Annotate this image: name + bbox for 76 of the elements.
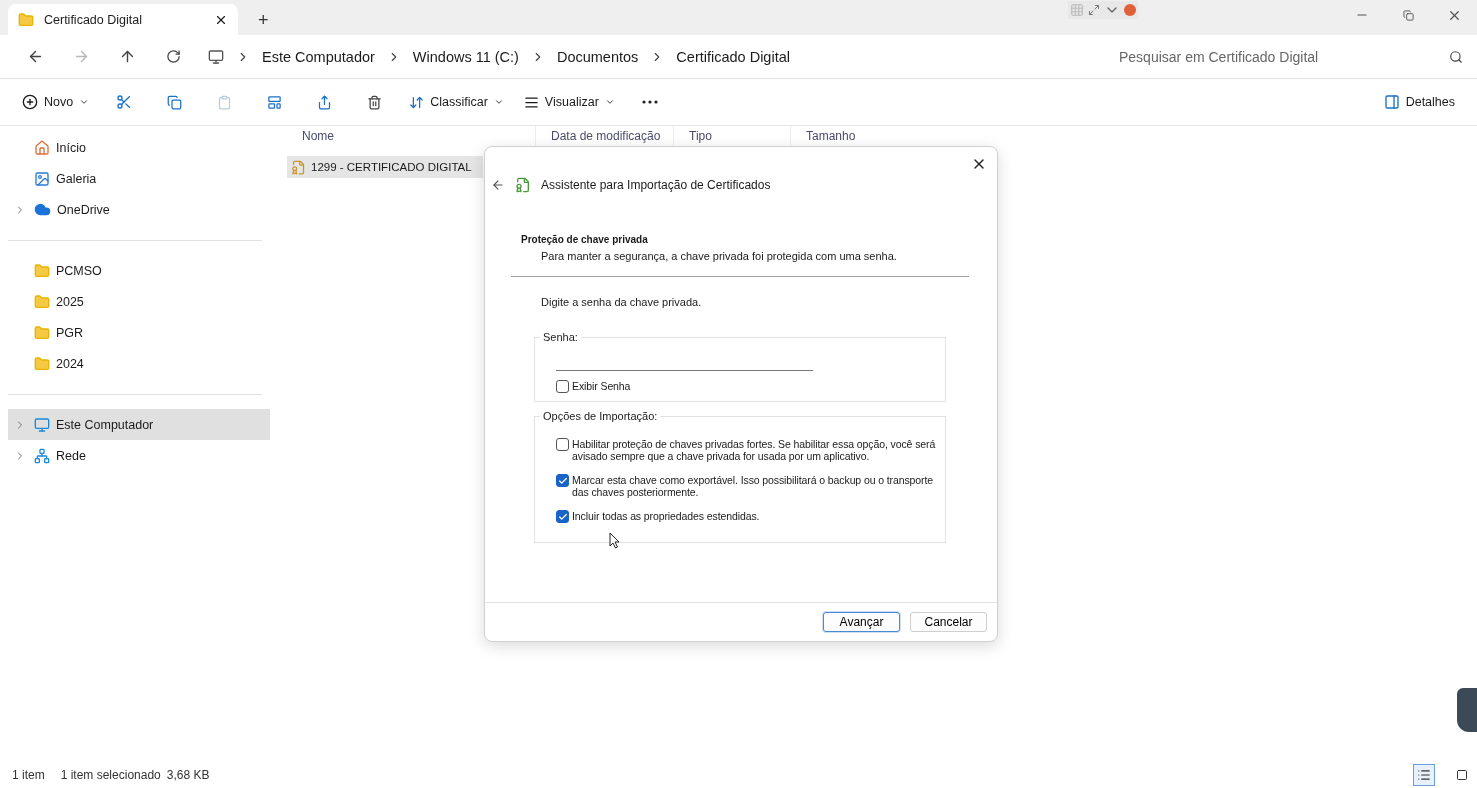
cloud-icon <box>34 201 51 218</box>
monitor-icon <box>34 416 50 433</box>
side-panel-tab[interactable] <box>1457 688 1477 732</box>
caret-icon <box>604 97 615 107</box>
refresh-icon <box>165 49 181 64</box>
sort-arrows-icon <box>409 94 425 110</box>
sidebar-item[interactable]: Início <box>8 132 270 163</box>
details-view-button[interactable] <box>1413 764 1435 786</box>
square-icon <box>1456 769 1468 781</box>
certificate-icon <box>291 159 306 175</box>
view-button[interactable]: Visualizar <box>515 86 623 118</box>
caret-icon <box>79 97 90 107</box>
show-password-checkbox[interactable]: Exibir Senha <box>556 380 943 393</box>
new-tab-button[interactable]: + <box>252 10 275 31</box>
home-icon <box>34 139 50 156</box>
sidebar-item[interactable]: Galeria <box>8 163 270 194</box>
monitor-icon[interactable] <box>208 48 224 65</box>
group-label: Senha: <box>542 331 579 343</box>
back-button[interactable] <box>491 178 505 192</box>
trash-icon <box>366 94 382 110</box>
selection-info: 1 item selecionado <box>60 768 161 782</box>
group-label: Opções de Importação: <box>542 410 659 422</box>
sidebar-item[interactable]: 2025 <box>8 286 270 317</box>
sidebar-item[interactable]: 2024 <box>8 348 270 379</box>
share-icon <box>316 94 332 110</box>
folder-icon <box>34 324 50 341</box>
search-field[interactable]: Pesquisar em Certificado Digital <box>1097 47 1477 66</box>
option-checkbox[interactable]: Habilitar proteção de chaves privadas fortes. Se habilitar essa opção, você será avisado sempre que a chave privada for usada por um aplicativo. <box>556 438 943 462</box>
dialog-button[interactable]: Avançar <box>823 612 900 632</box>
folder-icon <box>34 293 50 310</box>
password-prompt: Digite a senha da chave privada. <box>540 296 703 308</box>
dialog-button[interactable]: Cancelar <box>910 612 987 632</box>
certificate-icon <box>515 177 531 193</box>
caret-icon <box>493 97 504 107</box>
list-icon <box>1417 768 1431 782</box>
sort-button[interactable]: Classificar <box>401 86 512 118</box>
file-row[interactable]: 1299 - CERTIFICADO DIGITAL <box>287 156 483 178</box>
network-icon <box>34 447 50 464</box>
breadcrumb[interactable]: Windows 11 (C:) <box>412 48 519 65</box>
window-tab[interactable]: Certificado Digital <box>8 4 238 35</box>
option-checkbox[interactable]: Incluir todas as propriedades estendidas. <box>556 510 943 523</box>
selection-size: 3,68 KB <box>166 768 210 782</box>
folder-icon <box>34 355 50 372</box>
breadcrumb[interactable]: Certificado Digital <box>676 48 790 65</box>
column-header[interactable]: Nome <box>287 126 535 146</box>
folder-icon <box>18 11 34 28</box>
mouse-pointer-icon <box>609 532 620 549</box>
sidebar-item[interactable]: PGR <box>8 317 270 348</box>
item-count: 1 item <box>12 768 45 782</box>
expand-icon[interactable] <box>1088 4 1100 16</box>
section-description: Para manter a segurança, a chave privada foi protegida com uma senha. <box>540 250 898 262</box>
restore-icon <box>1402 9 1414 21</box>
breadcrumb[interactable]: Documentos <box>556 48 639 65</box>
sidebar-item[interactable]: PCMSO <box>8 255 270 286</box>
new-button[interactable]: Novo <box>14 86 98 118</box>
picture-icon <box>34 170 50 187</box>
checkmark-icon <box>557 511 568 522</box>
section-heading: Proteção de chave privada <box>521 234 649 245</box>
option-checkbox[interactable]: Marcar esta chave como exportável. Isso possibilitará o backup ou o transporte das chaves posteriormente. <box>556 474 943 498</box>
details-button[interactable]: Detalhes <box>1375 86 1463 118</box>
sidebar-item[interactable]: Rede <box>8 440 270 471</box>
dialog-title: Assistente para Importação de Certificados <box>541 178 771 192</box>
sidebar-item[interactable]: Este Computador <box>8 409 270 440</box>
checkmark-icon <box>557 475 568 486</box>
plus-circle-icon <box>22 94 38 110</box>
breadcrumb[interactable]: Este Computador <box>262 48 375 65</box>
search-icon <box>1449 49 1463 64</box>
panel-icon <box>1383 94 1400 110</box>
clipboard-icon <box>216 94 232 110</box>
copy-icon <box>166 94 182 110</box>
record-dot-icon[interactable] <box>1124 4 1136 16</box>
lines-icon <box>523 94 539 110</box>
sidebar-item[interactable]: OneDrive <box>8 194 270 225</box>
folder-icon <box>34 262 50 279</box>
more-icon <box>641 100 658 104</box>
scissors-icon <box>116 94 133 110</box>
